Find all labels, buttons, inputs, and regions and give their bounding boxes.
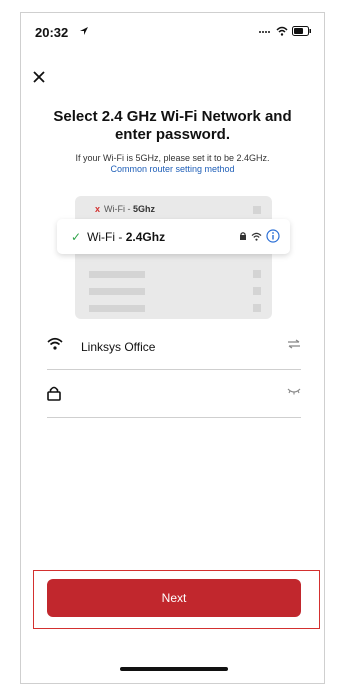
placeholder-square (253, 206, 261, 214)
wifi-ssid-value: Linksys Office (81, 340, 156, 354)
placeholder-square (253, 287, 261, 295)
placeholder-bar (89, 271, 145, 278)
wifi-icon (47, 337, 63, 350)
phone-screen: 20:32 Select 2.4 GHz Wi-Fi Network and e… (20, 12, 325, 684)
option-5ghz-band: 5Ghz (133, 204, 156, 214)
password-field[interactable] (47, 373, 301, 418)
close-icon (33, 71, 45, 83)
lock-icon (240, 232, 246, 240)
wifi-icon (251, 232, 262, 241)
wifi-ssid-field[interactable]: Linksys Office (47, 325, 301, 370)
hidden-eye-icon[interactable] (287, 387, 301, 395)
status-bar: 20:32 (21, 13, 324, 53)
close-button[interactable] (33, 68, 45, 86)
page-title: Select 2.4 GHz Wi-Fi Network and enter p… (53, 108, 292, 143)
placeholder-square (253, 270, 261, 278)
router-setting-link[interactable]: Common router setting method (31, 164, 314, 174)
option-5ghz-prefix: Wi-Fi - (104, 204, 134, 214)
next-button[interactable]: Next (47, 579, 301, 617)
home-indicator[interactable] (120, 667, 228, 671)
check-icon: ✓ (71, 230, 82, 244)
option-24ghz: ✓ Wi-Fi - 2.4Ghz (71, 230, 165, 244)
card-icons (239, 229, 280, 243)
error-x-icon: x (95, 204, 101, 214)
placeholder-bar (89, 288, 145, 295)
option-24ghz-band: 2.4Ghz (125, 230, 166, 244)
lock-icon (47, 386, 61, 401)
location-arrow-icon (80, 27, 88, 35)
signal-icon (259, 31, 270, 33)
wifi-icon (276, 26, 288, 36)
option-5ghz: x Wi-Fi - 5Ghz (95, 204, 155, 214)
band-hint: If your Wi-Fi is 5GHz, please set it to … (75, 153, 270, 163)
option-24ghz-card: ✓ Wi-Fi - 2.4Ghz (57, 219, 290, 254)
battery-icon (292, 26, 311, 36)
info-icon (266, 229, 280, 243)
switch-arrows-icon[interactable] (287, 339, 301, 349)
wifi-illustration: x Wi-Fi - 5Ghz (75, 196, 272, 319)
status-time: 20:32 (35, 25, 69, 40)
status-icons (258, 26, 312, 36)
option-24ghz-prefix: Wi-Fi - (87, 230, 126, 244)
placeholder-bar (89, 305, 145, 312)
placeholder-square (253, 304, 261, 312)
